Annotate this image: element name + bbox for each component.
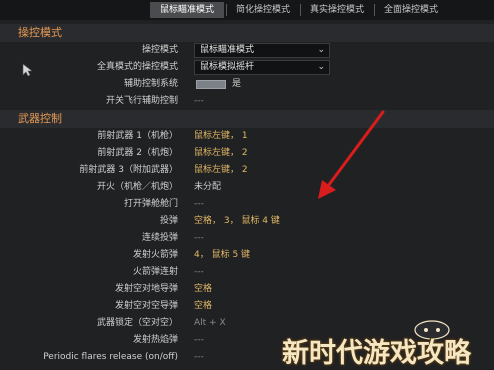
- binding-label: 火箭弹连射: [132, 267, 178, 277]
- keybind-value[interactable]: ---: [194, 264, 204, 281]
- binding-label: 发射火箭弹: [132, 250, 178, 260]
- keybind-value[interactable]: ---: [194, 230, 204, 247]
- weapon-binding-row: 连续投弹 ---: [0, 230, 494, 247]
- keybind-value[interactable]: Alt + X: [194, 315, 226, 332]
- binding-label: 发射空对地导弹: [114, 284, 178, 294]
- binding-label: 发射空对空导弹: [114, 301, 178, 311]
- chevron-down-icon: ⌄: [317, 62, 325, 72]
- keybind-value[interactable]: 4， 鼠标 5 键: [194, 247, 250, 264]
- keybind-value[interactable]: ---: [194, 349, 204, 366]
- tab-realistic[interactable]: 真实操控模式: [302, 2, 372, 18]
- weapon-binding-row: 前射武器 1（机枪） 鼠标左键， 1: [0, 128, 494, 145]
- binding-label: 发射热焰弹: [132, 335, 178, 345]
- weapon-binding-row: 前射武器 2（机炮） 鼠标左键， 2: [0, 145, 494, 162]
- select-value: 鼠标模拟摇杆: [200, 62, 255, 72]
- weapon-binding-row: 打开弹舱舱门 ---: [0, 196, 494, 213]
- tab-mouse-aim[interactable]: 鼠标瞄准模式: [150, 2, 224, 18]
- setting-label: 开关飞行辅助控制: [105, 96, 178, 106]
- setting-row-assist: 辅助控制系统 是: [0, 76, 494, 93]
- keybind-value[interactable]: ---: [194, 196, 204, 213]
- watermark: 新时代游戏攻略: [282, 338, 471, 369]
- keybind-value[interactable]: 鼠标左键， 1: [194, 128, 248, 145]
- weapon-binding-row: 开火（机枪／机炮） 未分配: [0, 179, 494, 196]
- binding-label: 前射武器 3（附加武器）: [79, 165, 178, 175]
- tab-bar: 鼠标瞄准模式 简化操控模式 真实操控模式 全面操控模式: [0, 0, 494, 20]
- binding-label: 前射武器 2（机炮）: [97, 148, 178, 158]
- weapon-binding-row: 发射火箭弹 4， 鼠标 5 键: [0, 247, 494, 264]
- binding-label: 武器锁定（空对空）: [96, 318, 178, 328]
- binding-label: 打开弹舱舱门: [123, 199, 178, 209]
- tab-full-real[interactable]: 全面操控模式: [376, 2, 446, 18]
- keybind-value[interactable]: 空格， 3， 鼠标 4 键: [194, 213, 280, 230]
- toggle-value: 是: [232, 79, 242, 89]
- full-real-mode-select[interactable]: 鼠标模拟摇杆 ⌄: [194, 60, 330, 75]
- keybind-value[interactable]: 空格: [194, 298, 212, 315]
- tab-divider: [226, 4, 227, 16]
- controls-panel: 操控模式 操控模式 鼠标瞄准模式 ⌄ 全真模式的操控模式 鼠标模拟摇杆 ⌄ 辅助…: [0, 21, 494, 369]
- keybind-value[interactable]: 鼠标左键， 2: [194, 162, 248, 179]
- section-title-control-mode: 操控模式: [0, 24, 494, 42]
- weapon-binding-row: 投弹 空格， 3， 鼠标 4 键: [0, 213, 494, 230]
- tab-simplified[interactable]: 简化操控模式: [228, 2, 298, 18]
- setting-label: 辅助控制系统: [123, 79, 178, 89]
- weapon-binding-row: 发射空对地导弹 空格: [0, 281, 494, 298]
- section-title-weapons: 武器控制: [0, 110, 494, 128]
- weapon-binding-row: 前射武器 3（附加武器） 鼠标左键， 2: [0, 162, 494, 179]
- keybind-value[interactable]: 鼠标左键， 2: [194, 145, 248, 162]
- binding-label: 前射武器 1（机枪）: [97, 131, 178, 141]
- keybind-value[interactable]: 未分配: [194, 179, 221, 196]
- mouse-pointer-icon: [22, 63, 32, 77]
- setting-row-control-mode: 操控模式 鼠标瞄准模式 ⌄: [0, 42, 494, 59]
- setting-label: 全真模式的操控模式: [96, 62, 178, 72]
- control-mode-select[interactable]: 鼠标瞄准模式 ⌄: [194, 43, 330, 58]
- setting-row-flight-assist: 开关飞行辅助控制 ---: [0, 93, 494, 110]
- binding-label: 投弹: [159, 216, 178, 226]
- chevron-down-icon: ⌄: [317, 45, 325, 55]
- select-value: 鼠标瞄准模式: [200, 45, 255, 55]
- tab-divider: [300, 4, 301, 16]
- keybind-value[interactable]: 空格: [194, 281, 212, 298]
- assist-toggle[interactable]: [196, 80, 226, 89]
- binding-label: Periodic flares release (on/off): [43, 352, 178, 362]
- weapon-binding-row: 火箭弹连射 ---: [0, 264, 494, 281]
- setting-row-full-real-mode: 全真模式的操控模式 鼠标模拟摇杆 ⌄: [0, 59, 494, 76]
- binding-label: 连续投弹: [141, 233, 178, 243]
- keybind-value[interactable]: ---: [194, 332, 204, 349]
- tab-divider: [374, 4, 375, 16]
- binding-label: 开火（机枪／机炮）: [96, 182, 178, 192]
- weapon-binding-row: 发射空对空导弹 空格: [0, 298, 494, 315]
- keybind-value[interactable]: ---: [194, 93, 204, 110]
- setting-label: 操控模式: [141, 45, 178, 55]
